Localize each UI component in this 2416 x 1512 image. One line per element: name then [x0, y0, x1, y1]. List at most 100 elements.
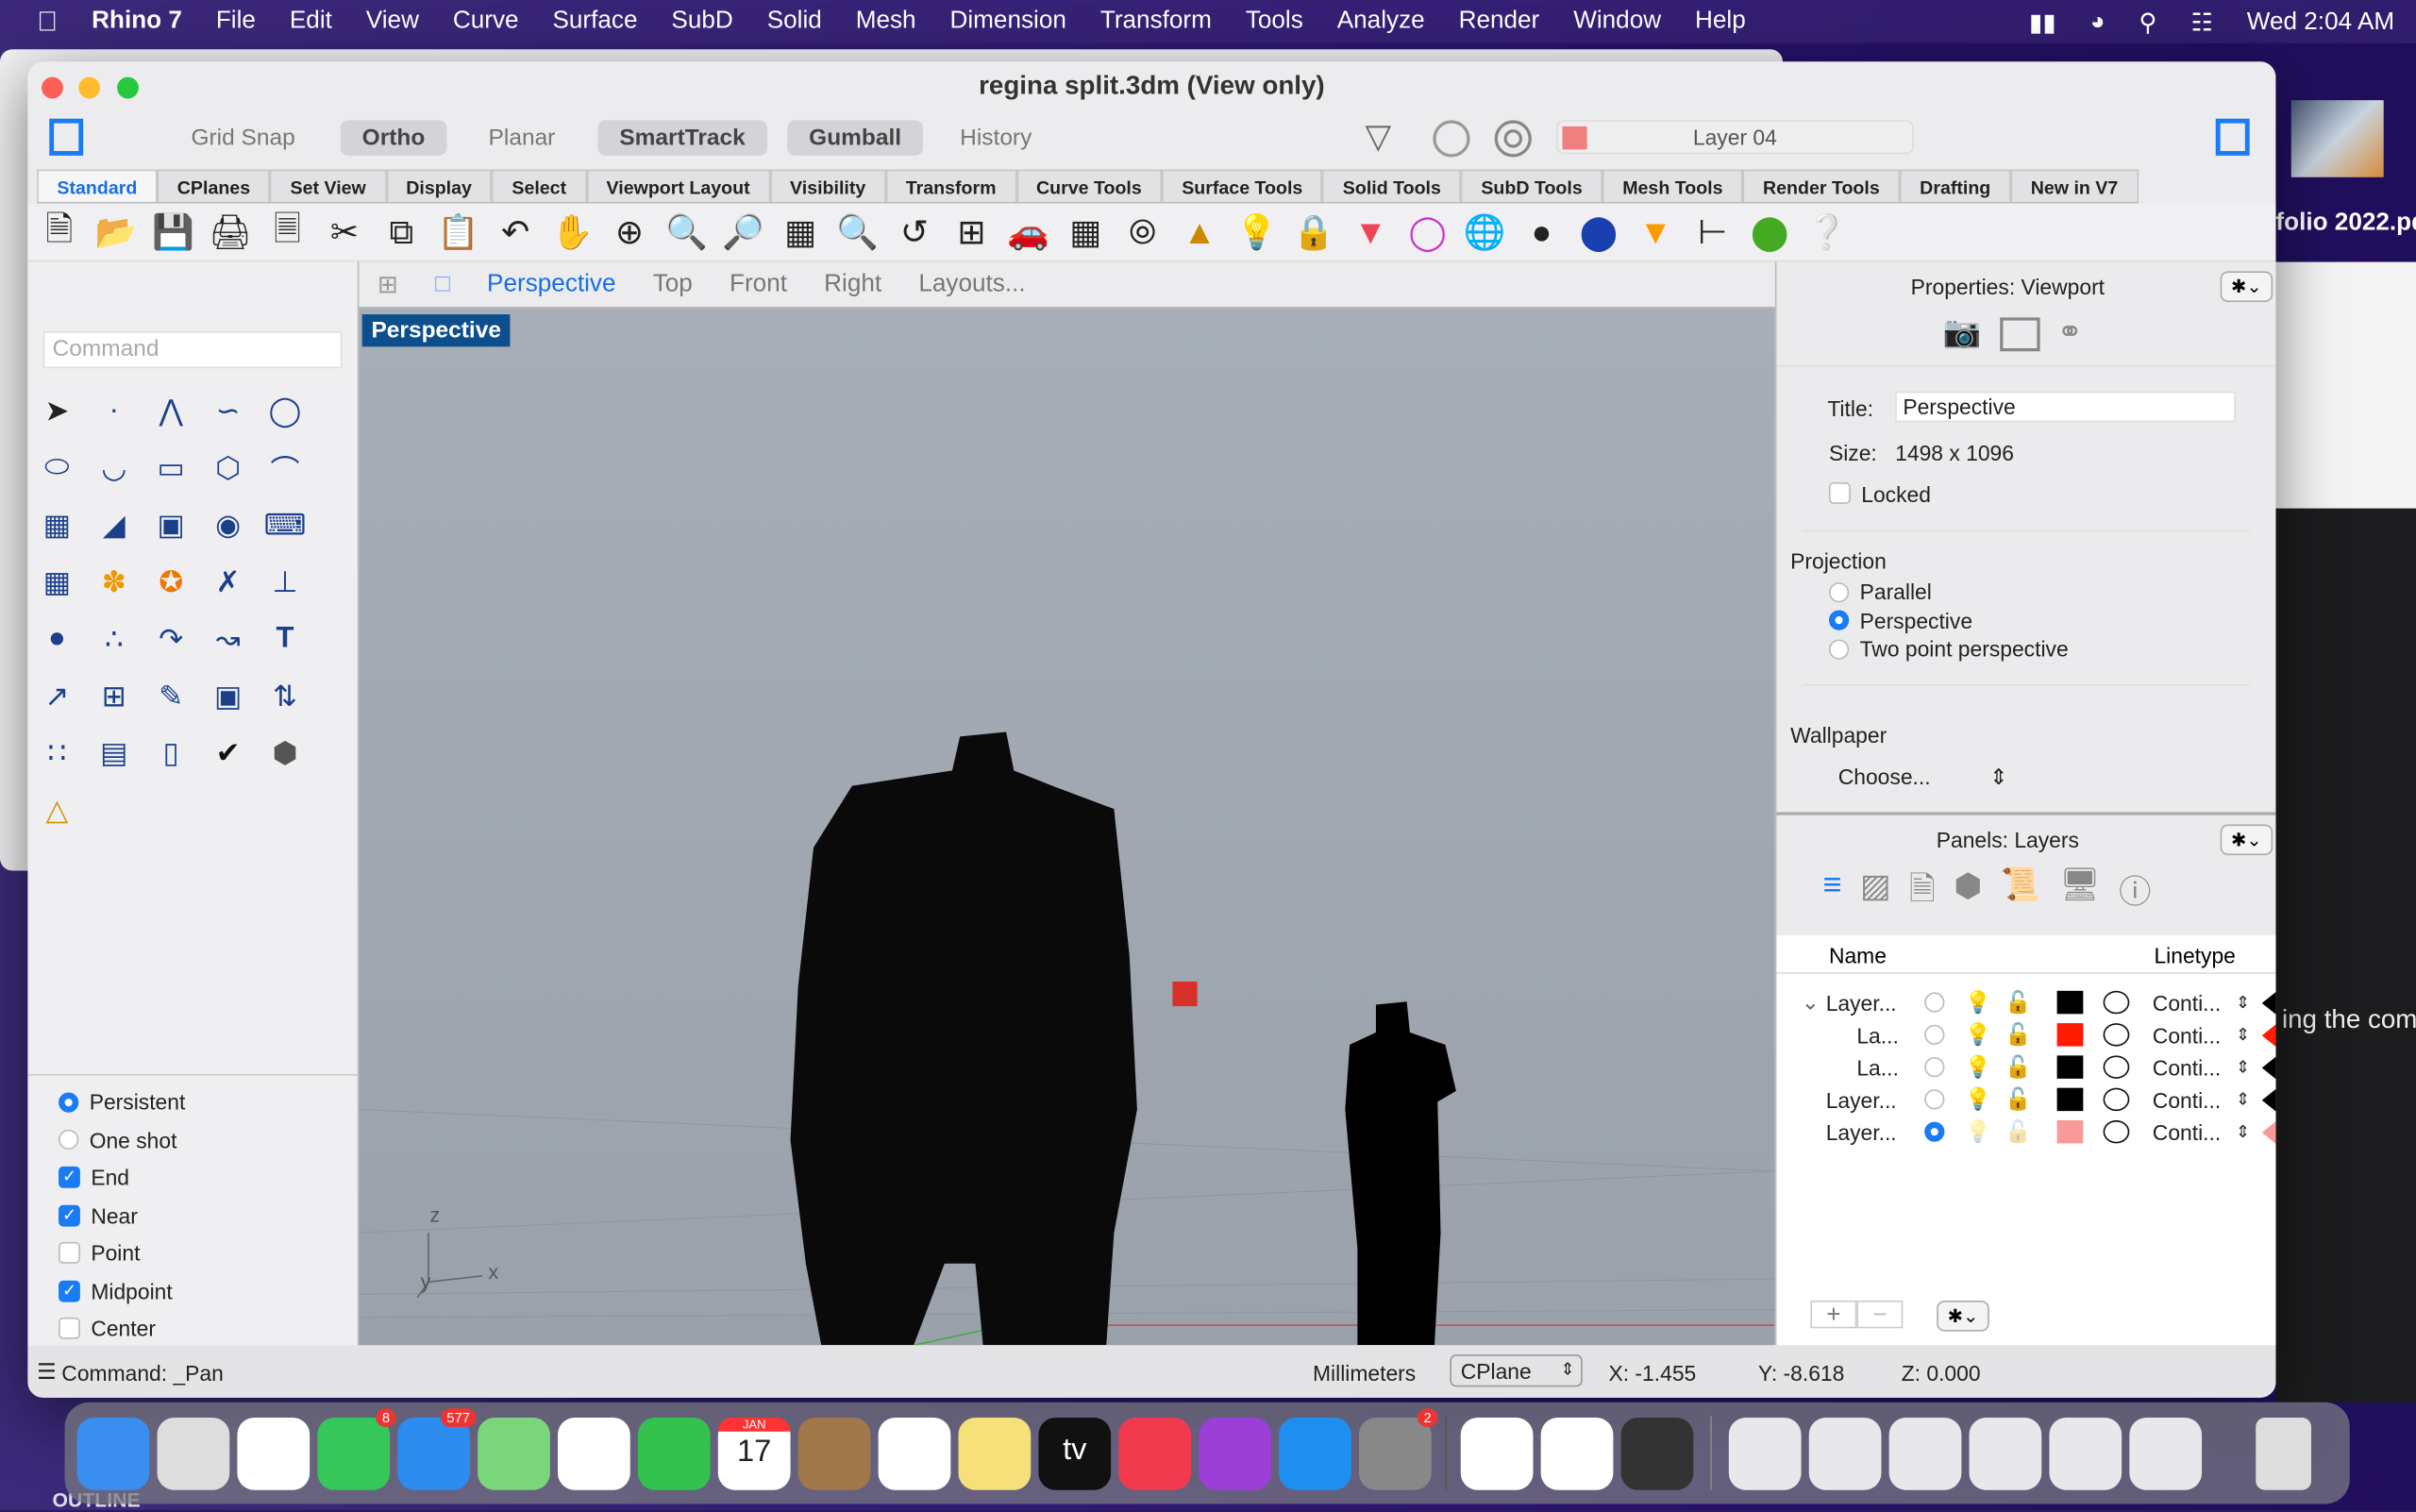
menu-transform[interactable]: Transform	[1100, 8, 1212, 35]
wifi-icon[interactable]: ◕	[2090, 9, 2106, 37]
lightbulb-icon[interactable]: 💡	[1233, 208, 1281, 256]
linetype[interactable]: Conti...	[2153, 1055, 2221, 1080]
fillet-curve-icon[interactable]: ⌒	[262, 445, 309, 492]
tab-render-tools[interactable]: Render Tools	[1742, 169, 1900, 202]
zoom-extents-icon[interactable]: ▦	[777, 208, 825, 256]
frame-icon[interactable]	[2000, 317, 2040, 352]
projection-two-point[interactable]: Two point perspective	[1828, 635, 2069, 664]
perspective-viewport[interactable]: Perspective z x y	[359, 308, 1775, 1346]
viewtab-perspective[interactable]: Perspective	[487, 271, 615, 298]
dock-system-preferences[interactable]: 2	[1358, 1407, 1438, 1489]
material-circle-icon[interactable]	[2103, 1119, 2130, 1144]
radio[interactable]	[1828, 581, 1850, 602]
title-field[interactable]: Perspective	[1895, 391, 2236, 423]
dock-safari[interactable]	[237, 1417, 310, 1489]
menu-analyze[interactable]: Analyze	[1337, 8, 1425, 35]
surface-icon[interactable]: ▦	[34, 502, 80, 548]
menu-window[interactable]: Window	[1573, 8, 1661, 35]
radio[interactable]	[1828, 639, 1850, 660]
undo-view-icon[interactable]: ↺	[891, 208, 939, 256]
linetype[interactable]: Conti...	[2153, 1022, 2221, 1047]
lightbulb-icon[interactable]: 💡	[1965, 1086, 1991, 1113]
drafting-icon[interactable]: △	[34, 787, 80, 833]
layer-name[interactable]: Layer...	[1826, 1119, 1897, 1144]
osnap-one-shot[interactable]: One shot	[59, 1121, 185, 1159]
undo-icon[interactable]: ↶	[492, 208, 540, 256]
point-icon[interactable]: ·	[91, 388, 137, 434]
remove-layer-button[interactable]: −	[1856, 1300, 1904, 1329]
analyze-icon[interactable]: ▯	[148, 731, 194, 777]
layer-color-swatch[interactable]	[2056, 1119, 2084, 1144]
menu-edit[interactable]: Edit	[290, 8, 332, 35]
array-icon[interactable]: ⊞	[91, 673, 137, 719]
solid-edit-icon[interactable]: ▣	[205, 673, 251, 719]
toggle-grid-snap[interactable]: Grid Snap	[170, 120, 317, 156]
menu-dimension[interactable]: Dimension	[950, 8, 1066, 35]
radio[interactable]	[1828, 610, 1850, 631]
layout-icon[interactable]: ▤	[91, 731, 137, 777]
dock-appstore[interactable]	[1279, 1417, 1351, 1489]
render-sphere-icon[interactable]: ⬤	[1575, 208, 1623, 256]
tab-cplanes[interactable]: CPlanes	[157, 169, 271, 202]
checkbox[interactable]: ✓	[59, 1167, 80, 1189]
select-icon[interactable]: ▲	[1176, 208, 1224, 256]
current-layer-selector[interactable]: Layer 04	[1555, 120, 1914, 155]
menu-file[interactable]: File	[216, 8, 256, 35]
toggle-ortho[interactable]: Ortho	[340, 120, 447, 156]
single-view-icon[interactable]: □	[435, 271, 450, 298]
dock-powerpoint[interactable]	[1540, 1417, 1614, 1489]
camera-icon[interactable]: 📷	[1943, 312, 1982, 351]
target-icon[interactable]	[1494, 120, 1532, 158]
dock-maps[interactable]	[478, 1417, 550, 1489]
menu-solid[interactable]: Solid	[767, 8, 822, 35]
lightbulb-icon[interactable]: 💡	[1965, 989, 1991, 1016]
current-layer-radio[interactable]	[1924, 1024, 1945, 1045]
help-circle-icon[interactable]: ⓘ	[2119, 867, 2151, 921]
lock-open-icon[interactable]: 🔓	[2005, 989, 2031, 1016]
dock-notes[interactable]	[958, 1417, 1032, 1489]
layer-color-swatch[interactable]	[2056, 1023, 2084, 1047]
grid-array-icon[interactable]: ∷	[34, 731, 80, 777]
updown-icon[interactable]: ⇕	[2236, 1025, 2250, 1045]
spotlight-icon[interactable]: ▼	[1632, 208, 1680, 256]
dock-appletv[interactable]: tv	[1038, 1417, 1112, 1489]
osnap-icon[interactable]	[1433, 120, 1470, 158]
dock-photos[interactable]	[558, 1417, 630, 1489]
layer-options-gear[interactable]: ✱⌄	[1937, 1300, 1989, 1332]
box-icon[interactable]: ▣	[148, 502, 194, 548]
layer-color-swatch[interactable]	[2056, 1087, 2084, 1112]
tab-drafting[interactable]: Drafting	[1899, 169, 2011, 202]
shaded-sphere-icon[interactable]: ●	[1518, 208, 1566, 256]
wireframe-sphere-icon[interactable]: 🌐	[1461, 208, 1509, 256]
save-icon[interactable]: 💾	[149, 208, 197, 256]
dock-recent-window-4[interactable]	[2049, 1417, 2122, 1489]
tab-new-in-v7[interactable]: New in V7	[2010, 169, 2139, 202]
dock-recent-window-1[interactable]	[1728, 1417, 1802, 1489]
points-icon[interactable]: ∴	[91, 616, 137, 663]
lock-open-icon[interactable]: 🔓	[2005, 1118, 2031, 1145]
tab-solid-tools[interactable]: Solid Tools	[1322, 169, 1462, 202]
current-layer-radio[interactable]	[1924, 992, 1945, 1013]
tab-set-view[interactable]: Set View	[270, 169, 387, 202]
tab-mesh-tools[interactable]: Mesh Tools	[1602, 169, 1743, 202]
battery-icon[interactable]: ▮▮	[2029, 8, 2056, 39]
checkbox[interactable]	[59, 1318, 80, 1340]
layer-color-swatch[interactable]	[2056, 990, 2084, 1015]
dock-facetime[interactable]	[637, 1417, 711, 1489]
four-viewports-icon[interactable]: ⊞	[948, 208, 996, 256]
lightbulb-icon[interactable]: 💡	[1965, 1118, 1991, 1145]
grid-icon[interactable]: ▦	[1062, 208, 1110, 256]
tab-viewport-layout[interactable]: Viewport Layout	[586, 169, 770, 202]
tab-subd-tools[interactable]: SubD Tools	[1461, 169, 1602, 202]
render-box-icon[interactable]: ⬢	[262, 731, 309, 777]
projection-parallel[interactable]: Parallel	[1828, 578, 2069, 606]
viewtab-top[interactable]: Top	[653, 271, 693, 298]
menu-app[interactable]: Rhino 7	[92, 8, 182, 35]
linetype[interactable]: Conti...	[2153, 990, 2221, 1015]
toggle-planar[interactable]: Planar	[467, 120, 578, 156]
new-file-icon[interactable]: 🗎	[36, 208, 84, 256]
dock-trash[interactable]	[2256, 1417, 2311, 1489]
layer-row[interactable]: La... 💡 🔓 Conti... ⇕	[1776, 1018, 2276, 1050]
column-linetype[interactable]: Linetype	[2154, 943, 2235, 967]
rectangle-icon[interactable]: ▭	[148, 445, 194, 492]
